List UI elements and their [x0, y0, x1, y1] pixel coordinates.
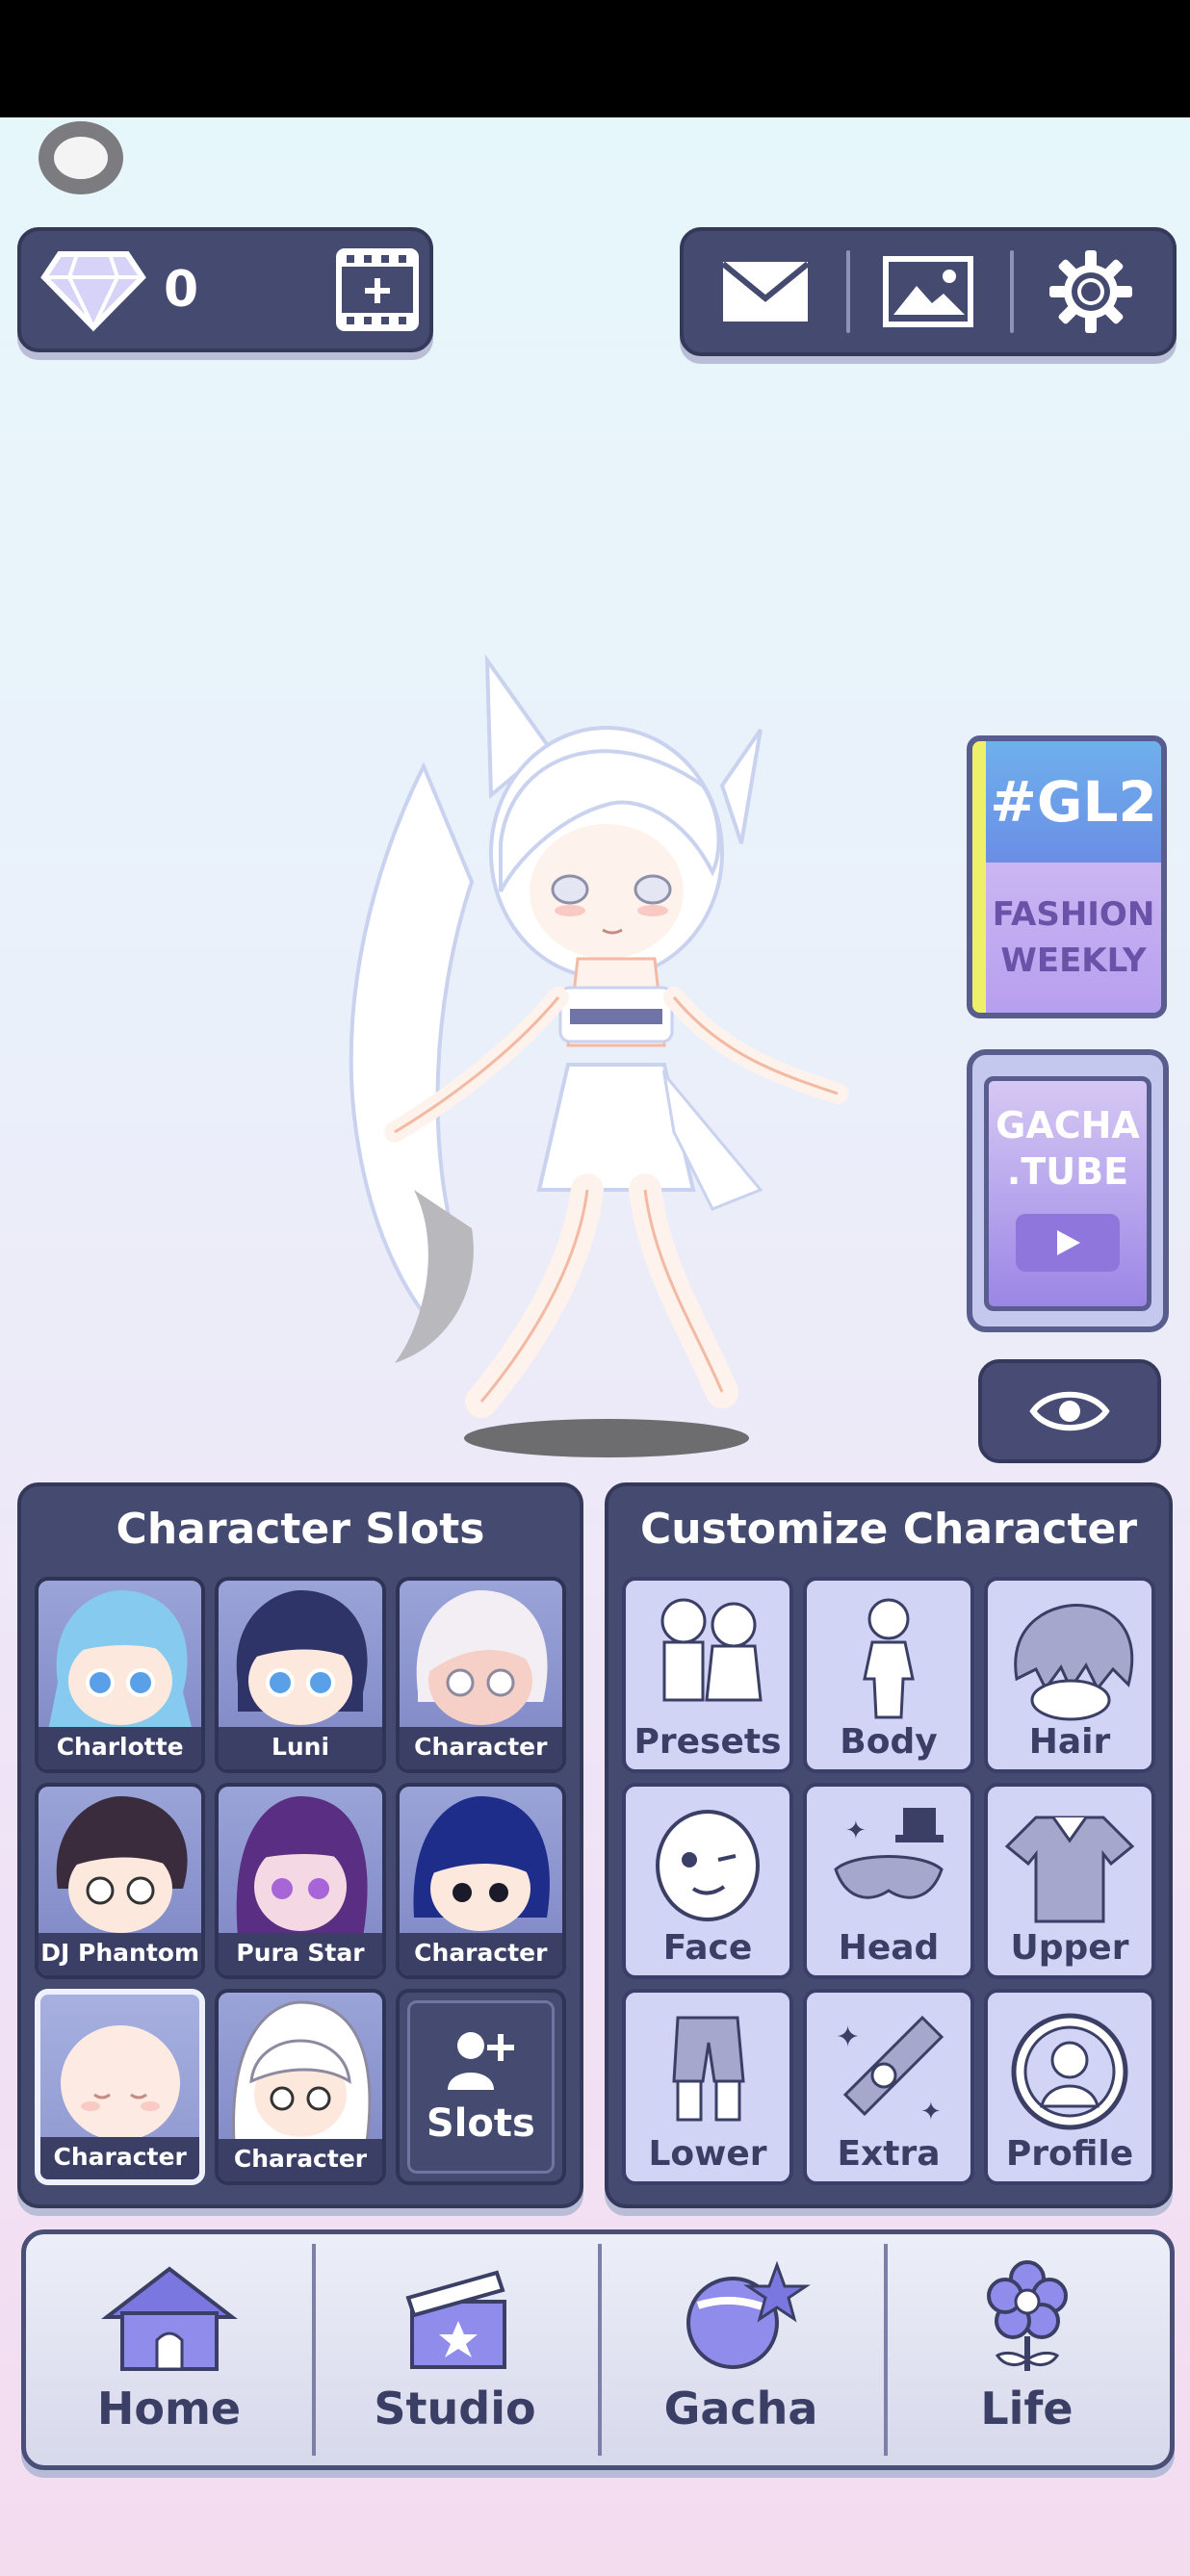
- head-icon: ✦: [834, 1808, 944, 1899]
- nav-life[interactable]: Life: [884, 2234, 1170, 2465]
- face-button[interactable]: Face: [622, 1783, 793, 1979]
- character-portrait-icon: [413, 1796, 551, 1931]
- option-label: Extra: [837, 2134, 941, 2174]
- gacha-tube-button[interactable]: GACHA .TUBE: [967, 1049, 1169, 1332]
- character-slot[interactable]: Character: [215, 1989, 386, 2185]
- character-slot[interactable]: Character: [395, 1783, 566, 1979]
- presets-icon: [660, 1598, 763, 1702]
- character-slots-title: Character Slots: [116, 1505, 485, 1554]
- slot-label: Luni: [219, 1727, 382, 1769]
- record-indicator-icon[interactable]: [31, 121, 135, 198]
- slot-label: Character: [40, 2137, 200, 2179]
- character-portrait-icon: [47, 1590, 193, 1731]
- svg-text:✦: ✦: [836, 2021, 860, 2054]
- body-button[interactable]: Body: [803, 1577, 974, 1773]
- character-slot[interactable]: Luni: [215, 1577, 386, 1773]
- hair-icon: [1014, 1604, 1134, 1721]
- svg-text:✦: ✦: [845, 1816, 867, 1845]
- slot-label: Charlotte: [39, 1727, 202, 1769]
- slot-label: Character: [219, 2139, 382, 2181]
- option-label: Body: [840, 1722, 938, 1762]
- gem-counter: 0: [17, 227, 433, 352]
- gacha-ball-icon: [686, 2260, 811, 2369]
- customize-title: Customize Character: [639, 1505, 1138, 1554]
- fashion-weekly-banner[interactable]: #GL2 FASHION WEEKLY: [967, 735, 1167, 1018]
- extra-icon: ✦✦: [836, 2015, 944, 2126]
- gl2-title: #GL2: [986, 741, 1161, 863]
- hair-button[interactable]: Hair: [984, 1577, 1155, 1773]
- character-portrait-icon: [56, 1796, 188, 1933]
- option-label: Upper: [1010, 1928, 1129, 1968]
- nav-label: Home: [96, 2383, 242, 2434]
- character-portrait-icon: [60, 2025, 180, 2141]
- character-slot-selected[interactable]: Character: [35, 1989, 206, 2185]
- head-button[interactable]: ✦ Head: [803, 1783, 974, 1979]
- fashion-label: FASHION: [992, 895, 1155, 934]
- bottom-navigation: Home Studio Gacha Life: [21, 2229, 1175, 2470]
- nav-home[interactable]: Home: [26, 2234, 312, 2465]
- slots-label: Slots: [426, 2101, 535, 2146]
- mail-button[interactable]: [684, 231, 846, 352]
- profile-button[interactable]: Profile: [984, 1989, 1155, 2185]
- settings-button[interactable]: [1009, 231, 1173, 352]
- upper-icon: [1004, 1816, 1135, 1923]
- option-label: Head: [838, 1928, 940, 1968]
- slot-label: Pura Star: [219, 1933, 382, 1975]
- profile-icon: [1011, 2013, 1128, 2130]
- customize-character-panel: Customize Character Presets Body Hair Fa…: [605, 1482, 1173, 2208]
- option-label: Hair: [1028, 1722, 1111, 1762]
- slot-label: Character: [399, 1933, 562, 1975]
- option-label: Profile: [1005, 2134, 1134, 2174]
- gear-icon: [1049, 250, 1133, 333]
- weekly-label: WEEKLY: [1000, 941, 1147, 980]
- add-slots-button[interactable]: Slots: [395, 1989, 566, 2185]
- character-slot[interactable]: DJ Phantom: [35, 1783, 206, 1979]
- character-portrait-icon: [236, 1796, 368, 1937]
- gallery-button[interactable]: [846, 231, 1009, 352]
- upper-button[interactable]: Upper: [984, 1783, 1155, 1979]
- lower-button[interactable]: Lower: [622, 1989, 793, 2185]
- presets-button[interactable]: Presets: [622, 1577, 793, 1773]
- flower-icon: [986, 2260, 1068, 2371]
- toggle-ui-button[interactable]: [978, 1359, 1161, 1463]
- face-icon: [656, 1810, 760, 1921]
- character-slots-panel: Character Slots Charlotte Luni Character…: [17, 1482, 583, 2208]
- house-icon: [100, 2266, 238, 2371]
- gacha-tube-line2: .TUBE: [1006, 1150, 1129, 1193]
- watch-ad-film-icon[interactable]: [333, 245, 422, 334]
- diamond-icon: [40, 251, 146, 332]
- option-label: Presets: [634, 1722, 782, 1762]
- nav-gacha[interactable]: Gacha: [598, 2234, 884, 2465]
- character-preview[interactable]: [318, 651, 857, 1488]
- nav-label: Gacha: [663, 2383, 818, 2434]
- eye-icon: [1029, 1391, 1110, 1431]
- character-portrait-icon: [236, 1590, 368, 1725]
- option-label: Lower: [648, 2134, 767, 2174]
- character-portrait-icon: [232, 2000, 372, 2143]
- add-user-icon: [448, 2032, 515, 2090]
- lower-icon: [672, 2016, 745, 2122]
- nav-label: Studio: [374, 2383, 536, 2434]
- nav-label: Life: [980, 2383, 1074, 2434]
- gem-count: 0: [164, 261, 199, 319]
- clapperboard-icon: [404, 2270, 506, 2369]
- character-portrait-icon: [417, 1590, 548, 1725]
- gacha-tube-line1: GACHA: [996, 1104, 1140, 1146]
- image-icon: [882, 256, 973, 327]
- option-label: Face: [662, 1928, 753, 1968]
- character-slot[interactable]: Character: [395, 1577, 566, 1773]
- svg-text:✦: ✦: [920, 2098, 942, 2126]
- slot-label: DJ Phantom: [39, 1933, 202, 1975]
- status-bar: [0, 0, 1190, 117]
- character-slot[interactable]: Charlotte: [35, 1577, 206, 1773]
- play-icon: [1016, 1214, 1120, 1272]
- banner-stripe: [972, 741, 986, 1013]
- top-toolbar: [680, 227, 1177, 356]
- mail-icon: [720, 261, 810, 322]
- character-slot[interactable]: Pura Star: [215, 1783, 386, 1979]
- nav-studio[interactable]: Studio: [312, 2234, 598, 2465]
- body-icon: [863, 1598, 915, 1719]
- extra-button[interactable]: ✦ ✦ Extra: [803, 1989, 974, 2185]
- slot-label: Character: [399, 1727, 562, 1769]
